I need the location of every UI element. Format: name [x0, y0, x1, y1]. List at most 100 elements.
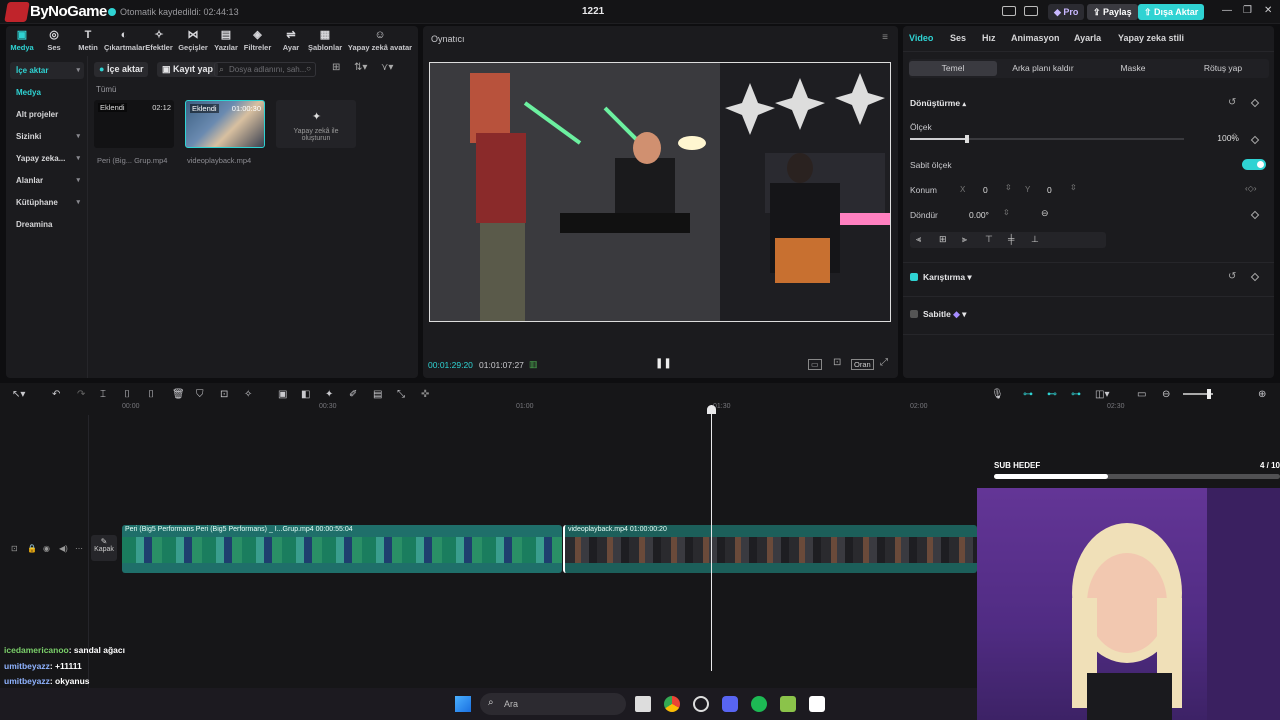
record-button[interactable]: ▣ Kayıt yap: [157, 62, 219, 77]
align-middle-icon[interactable]: ╪: [1008, 234, 1014, 244]
mic-icon[interactable]: 🎙: [991, 389, 1004, 400]
project-name[interactable]: 1221: [582, 6, 604, 17]
tab-effects[interactable]: ✧ Efektler: [142, 26, 176, 52]
align-left-icon[interactable]: ⫷: [916, 234, 921, 245]
layout-icon[interactable]: [1002, 6, 1016, 16]
property-subtab[interactable]: Maske: [1089, 61, 1177, 76]
property-tab[interactable]: Video: [909, 33, 933, 43]
keyframe-icon[interactable]: [1250, 272, 1260, 282]
share-button[interactable]: ⇪ Paylaş: [1087, 4, 1138, 20]
keyframe-icon[interactable]: [1250, 210, 1260, 220]
capcut-icon[interactable]: [809, 696, 825, 712]
blend-checkbox[interactable]: [910, 273, 918, 281]
obs-icon[interactable]: [693, 696, 709, 712]
fullscreen-icon[interactable]: ⤢: [880, 357, 888, 368]
tab-media[interactable]: ▣ Medya: [6, 26, 38, 52]
align-center-icon[interactable]: ⊞: [939, 234, 947, 245]
reset-icon[interactable]: ↺: [1228, 97, 1236, 108]
caption-icon[interactable]: ▤: [373, 389, 382, 400]
discord-icon[interactable]: [722, 696, 738, 712]
sort-icon[interactable]: ⇅▾: [354, 62, 367, 73]
sidebar-item[interactable]: Dreamina: [10, 216, 84, 233]
align-right-icon[interactable]: ⫸: [962, 234, 967, 245]
magnet-icon[interactable]: ⊷: [1047, 389, 1057, 400]
ratio-button[interactable]: Oran: [851, 359, 874, 370]
undo-icon[interactable]: ↶: [52, 389, 60, 400]
reset-icon[interactable]: ↺: [1228, 271, 1236, 282]
tab-captions[interactable]: ▤ Yazılar: [211, 26, 241, 52]
nav-arrows-icon[interactable]: ‹◇›: [1245, 184, 1256, 193]
stabilize-label[interactable]: Sabitle ◆ ▾: [923, 309, 966, 320]
taskbar-search[interactable]: ⌕ Ara: [480, 693, 626, 715]
split-icon[interactable]: ⌶: [100, 389, 106, 400]
taskbar-search-input[interactable]: Ara: [504, 699, 518, 709]
select-tool-icon[interactable]: ↖▾: [12, 389, 25, 400]
tab-audio[interactable]: ◎ Ses: [38, 26, 70, 52]
search-input[interactable]: Dosya adlanını, sah...: [229, 65, 306, 74]
media-search[interactable]: ⌕ Dosya adlanını, sah... ○: [214, 62, 316, 77]
stabilize-checkbox[interactable]: [910, 310, 918, 318]
rotate-input[interactable]: 0.00°: [969, 210, 989, 220]
keyframe-icon[interactable]: [1250, 98, 1260, 108]
keyframe-icon[interactable]: [1250, 135, 1260, 145]
waveform-icon[interactable]: ▥: [529, 359, 538, 370]
quality-icon[interactable]: ▭: [808, 359, 822, 370]
filter-all-tab[interactable]: Tümü: [96, 85, 116, 94]
clip-peri[interactable]: Peri (Big5 Performans Peri (Big5 Perform…: [122, 525, 562, 573]
tab-filters[interactable]: ◈ Filtreler: [241, 26, 274, 52]
zoom-slider[interactable]: [1183, 389, 1213, 399]
stepper-icon[interactable]: ⇳: [1231, 132, 1238, 141]
preview-axis-icon[interactable]: ◫▾: [1095, 389, 1109, 400]
sidebar-item[interactable]: Yapay zeka... ▾: [10, 150, 84, 167]
tab-sticker[interactable]: ◐ Çıkartmalar: [104, 26, 145, 52]
chrome-icon[interactable]: [664, 696, 680, 712]
delete-icon[interactable]: 🗑: [172, 389, 185, 400]
stepper-icon[interactable]: ⇳: [1005, 183, 1012, 192]
pause-icon[interactable]: ❚❚: [655, 358, 672, 369]
sidebar-item[interactable]: Alt projeler: [10, 106, 84, 123]
media-item[interactable]: Eklendi 01:00:30: [185, 100, 265, 148]
property-subtab[interactable]: Temel: [909, 61, 997, 76]
close-icon[interactable]: ✕: [1264, 5, 1272, 16]
mirror-icon[interactable]: ◧: [301, 389, 310, 400]
pos-x-input[interactable]: 0: [983, 185, 988, 195]
sidebar-item[interactable]: Sizinki ▾: [10, 128, 84, 145]
property-subtab[interactable]: Arka planı kaldır: [999, 61, 1087, 76]
more-options-icon[interactable]: ⋯: [75, 544, 83, 553]
video-canvas[interactable]: [429, 62, 891, 322]
fit-icon[interactable]: ▭: [1137, 389, 1146, 400]
blend-label[interactable]: Karıştırma ▾: [923, 272, 972, 283]
property-tab[interactable]: Animasyon: [1011, 33, 1060, 43]
playhead-handle[interactable]: [707, 405, 716, 414]
property-tab[interactable]: Ayarla: [1074, 33, 1101, 43]
tab-transitions[interactable]: ⋈ Geçişler: [176, 26, 210, 52]
scale-slider[interactable]: [910, 135, 1184, 143]
wand-icon[interactable]: ✐: [349, 389, 357, 400]
resize-icon[interactable]: ⤡: [397, 389, 405, 400]
link-icon[interactable]: ⊶: [1023, 389, 1033, 400]
property-tab[interactable]: Ses: [950, 33, 966, 43]
start-icon[interactable]: [455, 696, 471, 712]
flip-icon[interactable]: ⊖: [1041, 208, 1049, 219]
sidebar-item[interactable]: Kütüphane ▾: [10, 194, 84, 211]
align-bottom-icon[interactable]: ⊥: [1031, 234, 1039, 245]
ai-create-card[interactable]: ✦ Yapay zekâ ile oluşturun: [276, 100, 356, 148]
menu-icon[interactable]: ≡: [882, 32, 888, 43]
minimize-icon[interactable]: —: [1222, 5, 1232, 16]
zoom-out-icon[interactable]: ⊖: [1162, 389, 1170, 400]
shield-icon[interactable]: ⛉: [196, 389, 204, 400]
sidebar-item[interactable]: Alanlar ▾: [10, 172, 84, 189]
live-icon[interactable]: [780, 696, 796, 712]
filter-icon[interactable]: ⋎▾: [381, 62, 393, 73]
maximize-icon[interactable]: ❐: [1243, 5, 1252, 16]
transform-title[interactable]: Dönüştürme ▴: [910, 98, 966, 108]
clip-videoplayback[interactable]: videoplayback.mp4 01:00:00:20: [563, 525, 977, 573]
align-top-icon[interactable]: ⊤: [985, 234, 993, 245]
timeline-ruler[interactable]: 00:00 00:30 01:00 01:30 02:00 02:30: [90, 403, 1125, 415]
crop-tool-icon[interactable]: ⊡: [220, 389, 228, 400]
redo-icon[interactable]: ↷: [77, 389, 85, 400]
stepper-icon[interactable]: ⇳: [1003, 208, 1010, 217]
track-hide-icon[interactable]: ⊡: [11, 544, 18, 553]
export-button[interactable]: ⇧ Dışa Aktar: [1138, 4, 1205, 20]
zoom-fit-icon[interactable]: ⊕: [1258, 389, 1266, 400]
